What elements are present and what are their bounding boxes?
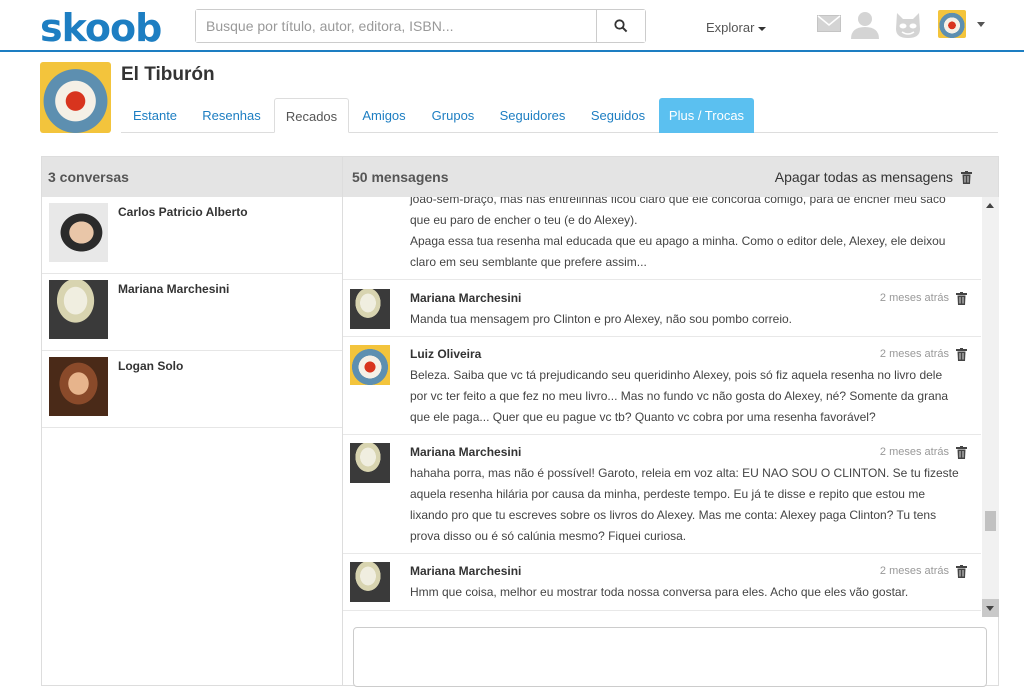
message-author[interactable]: Mariana Marchesini [410,291,521,305]
avatar [350,443,390,483]
tab-plus-trocas[interactable]: Plus / Trocas [659,98,754,133]
tab-recados[interactable]: Recados [274,98,349,133]
conversation-name: Logan Solo [118,359,184,373]
avatar [49,280,108,339]
clear-all-label: Apagar todas as mensagens [774,169,953,185]
scroll-up-arrow[interactable] [986,203,994,208]
trash-icon [961,170,972,184]
trash-icon[interactable] [956,446,967,459]
message-compose-field[interactable] [353,627,987,687]
user-icon[interactable] [850,11,880,39]
profile-name: El Tiburón [121,64,215,85]
avatar [350,289,390,329]
conversation-name: Carlos Patricio Alberto [118,205,248,219]
conversations-panel: 3 conversas Carlos Patricio Alberto Mari… [41,156,343,686]
message-text: hahaha porra, mas não é possível! Garoto… [410,466,959,543]
skoob-logo[interactable]: skoob [40,6,162,50]
conversations-count: 3 conversas [42,157,342,197]
user-avatar[interactable] [938,10,966,38]
message-author[interactable]: Mariana Marchesini [410,564,521,578]
message-list[interactable]: joão-sem-braço, mas nas entrelinhas fico… [343,197,981,611]
conversation-name: Mariana Marchesini [118,282,230,296]
message-time: 2 meses atrás [879,446,949,458]
chevron-down-icon [758,26,767,31]
message-text: Hmm que coisa, melhor eu mostrar toda no… [410,585,909,599]
tab-estante[interactable]: Estante [121,98,189,133]
message-time: 2 meses atrás [879,348,949,360]
message-author[interactable]: Luiz Oliveira [410,347,481,361]
cat-mask-icon[interactable] [894,11,922,39]
messages-count-label: 50 mensagens [352,169,449,185]
avatar [350,345,390,385]
message-item: Luiz Oliveira 2 meses atrás Beleza. Saib… [343,337,981,435]
message-author[interactable]: Mariana Marchesini [410,445,521,459]
message-time: 2 meses atrás [879,292,949,304]
clear-all-button[interactable]: Apagar todas as mensagens [775,168,972,186]
tab-amigos[interactable]: Amigos [351,98,417,133]
search-button[interactable] [596,10,645,42]
message-time: 2 meses atrás [879,565,949,577]
scroll-down-arrow[interactable] [982,599,999,617]
conversation-item[interactable]: Carlos Patricio Alberto [42,197,342,274]
profile-tabs: Estante Resenhas Recados Amigos Grupos S… [121,98,1001,133]
conversation-item[interactable]: Mariana Marchesini [42,274,342,351]
trash-icon[interactable] [956,565,967,578]
tab-grupos[interactable]: Grupos [417,98,489,133]
message-scrollbar[interactable] [982,197,999,617]
avatar [49,203,108,262]
trash-icon[interactable] [956,348,967,361]
messages-panel: 50 mensagens Apagar todas as mensagens j… [342,156,999,687]
tab-resenhas[interactable]: Resenhas [189,98,274,133]
search-input[interactable] [196,10,596,42]
explore-label: Explorar [706,20,755,35]
avatar [49,357,108,416]
search-box [195,9,646,43]
message-item: Mariana Marchesini 2 meses atrás Hmm que… [343,554,981,611]
chevron-down-icon[interactable] [977,22,985,27]
profile-avatar [40,62,111,133]
mail-icon[interactable] [817,15,841,32]
scroll-thumb[interactable] [985,511,996,531]
search-icon [614,19,628,33]
message-text: Manda tua mensagem pro Clinton e pro Ale… [410,312,792,326]
tab-seguidos[interactable]: Seguidos [576,98,660,133]
trash-icon[interactable] [956,292,967,305]
message-item: joão-sem-braço, mas nas entrelinhas fico… [343,197,981,280]
avatar [350,562,390,602]
message-text: Beleza. Saiba que vc tá prejudicando seu… [410,368,949,424]
messages-count: 50 mensagens Apagar todas as mensagens [343,157,998,197]
tab-seguidores[interactable]: Seguidores [489,98,576,133]
explore-menu[interactable]: Explorar [706,20,767,35]
conversation-item[interactable]: Logan Solo [42,351,342,428]
top-bar: skoob Explorar [0,0,1024,52]
message-item: Mariana Marchesini 2 meses atrás Manda t… [343,281,981,337]
message-text: joão-sem-braço, mas nas entrelinhas fico… [410,197,946,269]
message-item: Mariana Marchesini 2 meses atrás hahaha … [343,435,981,554]
